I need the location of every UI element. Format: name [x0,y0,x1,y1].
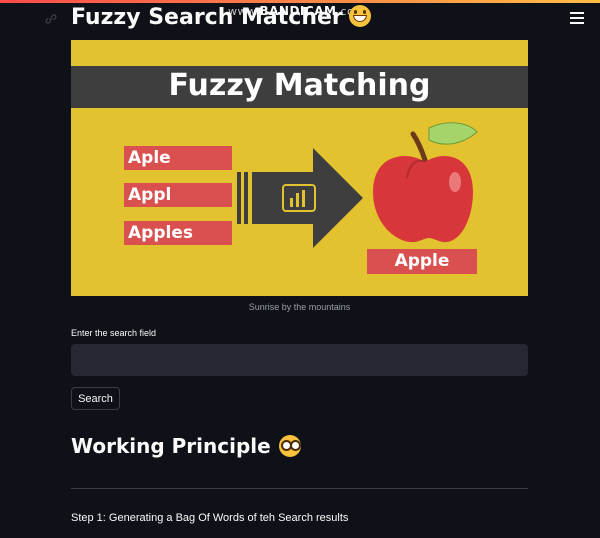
hamburger-menu-icon[interactable] [570,12,584,24]
apple-icon [373,122,478,243]
misspelled-tag-2: Appl [124,183,232,207]
grinning-face-icon [348,5,371,27]
section-divider [71,488,528,489]
nerd-face-icon [278,434,301,457]
search-input[interactable] [71,344,528,376]
result-tag: Apple [367,249,477,274]
misspelled-tag-3: Apples [124,221,232,245]
hero-title: Fuzzy Matching [168,68,431,103]
section-heading: Working Principle [71,434,301,459]
hero-image: Fuzzy Matching Aple Appl Apples Apple [71,40,528,296]
search-field-label: Enter the search field [71,328,157,338]
arrow-icon [237,148,363,248]
step-1-text: Step 1: Generating a Bag Of Words of teh… [71,512,349,524]
image-caption: Sunrise by the mountains [248,302,351,312]
page-title: Fuzzy Search Matcher [71,5,371,30]
search-button[interactable]: Search [71,387,120,410]
top-accent-bar [0,0,600,3]
misspelled-tag-1: Aple [124,146,232,170]
link-icon [45,14,57,24]
